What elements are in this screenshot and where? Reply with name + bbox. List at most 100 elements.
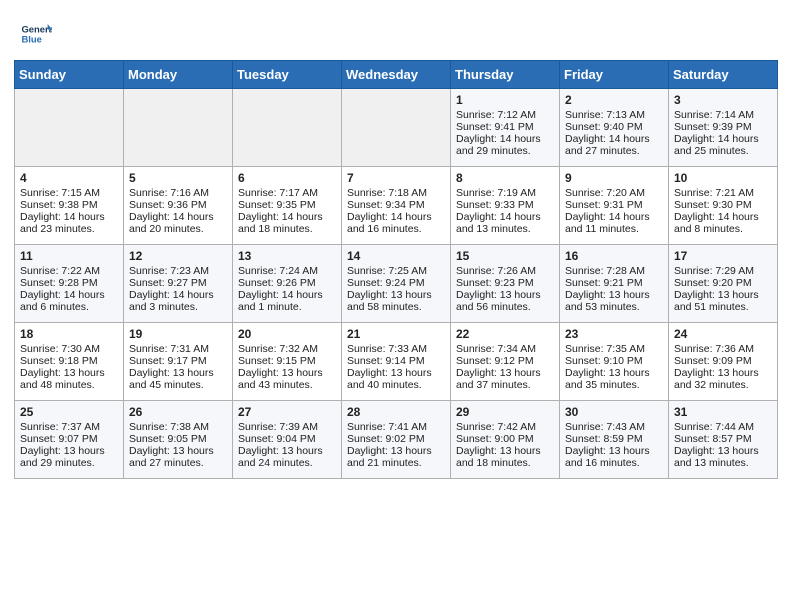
day-of-week-header: Tuesday — [233, 61, 342, 89]
day-number: 13 — [238, 249, 336, 263]
svg-text:General: General — [21, 25, 52, 36]
day-info-line: Sunrise: 7:38 AM — [129, 421, 227, 433]
calendar-day-cell: 30Sunrise: 7:43 AMSunset: 8:59 PMDayligh… — [560, 401, 669, 479]
day-info-line: Daylight: 13 hours — [238, 367, 336, 379]
day-number: 23 — [565, 327, 663, 341]
day-info-line: Daylight: 14 hours — [20, 211, 118, 223]
calendar-table: SundayMondayTuesdayWednesdayThursdayFrid… — [14, 60, 778, 479]
calendar-day-cell: 1Sunrise: 7:12 AMSunset: 9:41 PMDaylight… — [451, 89, 560, 167]
day-info-line: Daylight: 13 hours — [456, 367, 554, 379]
day-number: 28 — [347, 405, 445, 419]
day-info-line: Sunset: 9:15 PM — [238, 355, 336, 367]
day-info-line: Sunset: 9:05 PM — [129, 433, 227, 445]
day-info-line: Sunset: 9:26 PM — [238, 277, 336, 289]
day-info-line: Sunrise: 7:18 AM — [347, 187, 445, 199]
day-info-line: Sunset: 9:27 PM — [129, 277, 227, 289]
day-info-line: Sunset: 9:41 PM — [456, 121, 554, 133]
day-number: 2 — [565, 93, 663, 107]
day-info-line: Daylight: 14 hours — [456, 133, 554, 145]
day-info-line: Sunrise: 7:43 AM — [565, 421, 663, 433]
day-info-line: Sunrise: 7:23 AM — [129, 265, 227, 277]
day-number: 31 — [674, 405, 772, 419]
day-info-line: Daylight: 13 hours — [565, 289, 663, 301]
calendar-day-cell: 5Sunrise: 7:16 AMSunset: 9:36 PMDaylight… — [124, 167, 233, 245]
day-info-line: Sunrise: 7:37 AM — [20, 421, 118, 433]
day-info-line: and 48 minutes. — [20, 379, 118, 391]
day-number: 16 — [565, 249, 663, 263]
day-info-line: Daylight: 13 hours — [20, 445, 118, 457]
day-info-line: Sunset: 9:30 PM — [674, 199, 772, 211]
calendar-day-cell: 9Sunrise: 7:20 AMSunset: 9:31 PMDaylight… — [560, 167, 669, 245]
day-info-line: and 43 minutes. — [238, 379, 336, 391]
calendar-day-cell: 28Sunrise: 7:41 AMSunset: 9:02 PMDayligh… — [342, 401, 451, 479]
day-number: 15 — [456, 249, 554, 263]
day-number: 19 — [129, 327, 227, 341]
page-header: General Blue — [0, 0, 792, 60]
day-info-line: and 51 minutes. — [674, 301, 772, 313]
day-info-line: Daylight: 13 hours — [238, 445, 336, 457]
day-info-line: Daylight: 14 hours — [129, 289, 227, 301]
day-info-line: Daylight: 14 hours — [674, 211, 772, 223]
calendar-week-row: 4Sunrise: 7:15 AMSunset: 9:38 PMDaylight… — [15, 167, 778, 245]
calendar-day-cell: 3Sunrise: 7:14 AMSunset: 9:39 PMDaylight… — [669, 89, 778, 167]
day-info-line: Sunrise: 7:22 AM — [20, 265, 118, 277]
day-info-line: Sunset: 9:31 PM — [565, 199, 663, 211]
day-info-line: Sunrise: 7:42 AM — [456, 421, 554, 433]
calendar-day-cell — [124, 89, 233, 167]
day-info-line: Sunrise: 7:44 AM — [674, 421, 772, 433]
day-of-week-header: Thursday — [451, 61, 560, 89]
day-info-line: Sunrise: 7:35 AM — [565, 343, 663, 355]
calendar-day-cell: 14Sunrise: 7:25 AMSunset: 9:24 PMDayligh… — [342, 245, 451, 323]
calendar-day-cell: 15Sunrise: 7:26 AMSunset: 9:23 PMDayligh… — [451, 245, 560, 323]
calendar-body: 1Sunrise: 7:12 AMSunset: 9:41 PMDaylight… — [15, 89, 778, 479]
day-of-week-header: Wednesday — [342, 61, 451, 89]
day-info-line: Daylight: 13 hours — [129, 367, 227, 379]
day-info-line: Daylight: 13 hours — [347, 289, 445, 301]
day-of-week-header: Monday — [124, 61, 233, 89]
logo: General Blue — [20, 18, 52, 50]
day-info-line: and 27 minutes. — [565, 145, 663, 157]
day-of-week-header: Friday — [560, 61, 669, 89]
calendar-day-cell — [233, 89, 342, 167]
day-number: 1 — [456, 93, 554, 107]
day-info-line: Sunrise: 7:21 AM — [674, 187, 772, 199]
day-info-line: Sunset: 9:18 PM — [20, 355, 118, 367]
day-info-line: and 45 minutes. — [129, 379, 227, 391]
calendar-day-cell: 20Sunrise: 7:32 AMSunset: 9:15 PMDayligh… — [233, 323, 342, 401]
day-of-week-header: Sunday — [15, 61, 124, 89]
day-info-line: Sunrise: 7:19 AM — [456, 187, 554, 199]
calendar-day-cell: 23Sunrise: 7:35 AMSunset: 9:10 PMDayligh… — [560, 323, 669, 401]
day-info-line: Sunset: 9:20 PM — [674, 277, 772, 289]
day-info-line: and 13 minutes. — [456, 223, 554, 235]
day-info-line: Daylight: 13 hours — [565, 445, 663, 457]
day-info-line: Sunrise: 7:20 AM — [565, 187, 663, 199]
day-info-line: Sunrise: 7:33 AM — [347, 343, 445, 355]
day-info-line: Sunrise: 7:17 AM — [238, 187, 336, 199]
calendar-day-cell: 6Sunrise: 7:17 AMSunset: 9:35 PMDaylight… — [233, 167, 342, 245]
day-info-line: Sunset: 9:17 PM — [129, 355, 227, 367]
day-info-line: Sunrise: 7:28 AM — [565, 265, 663, 277]
day-info-line: Daylight: 13 hours — [565, 367, 663, 379]
day-info-line: Daylight: 14 hours — [565, 133, 663, 145]
day-info-line: and 40 minutes. — [347, 379, 445, 391]
day-info-line: Sunrise: 7:25 AM — [347, 265, 445, 277]
calendar-container: SundayMondayTuesdayWednesdayThursdayFrid… — [0, 60, 792, 493]
calendar-day-cell: 13Sunrise: 7:24 AMSunset: 9:26 PMDayligh… — [233, 245, 342, 323]
day-info-line: Sunrise: 7:13 AM — [565, 109, 663, 121]
day-info-line: Sunrise: 7:26 AM — [456, 265, 554, 277]
day-info-line: and 29 minutes. — [20, 457, 118, 469]
calendar-day-cell: 24Sunrise: 7:36 AMSunset: 9:09 PMDayligh… — [669, 323, 778, 401]
day-info-line: Daylight: 14 hours — [20, 289, 118, 301]
day-number: 14 — [347, 249, 445, 263]
day-number: 20 — [238, 327, 336, 341]
day-info-line: Daylight: 13 hours — [347, 445, 445, 457]
day-info-line: and 11 minutes. — [565, 223, 663, 235]
day-info-line: Daylight: 13 hours — [347, 367, 445, 379]
day-info-line: and 32 minutes. — [674, 379, 772, 391]
day-info-line: Daylight: 13 hours — [20, 367, 118, 379]
day-info-line: and 23 minutes. — [20, 223, 118, 235]
day-number: 29 — [456, 405, 554, 419]
day-info-line: and 56 minutes. — [456, 301, 554, 313]
day-number: 22 — [456, 327, 554, 341]
day-number: 17 — [674, 249, 772, 263]
